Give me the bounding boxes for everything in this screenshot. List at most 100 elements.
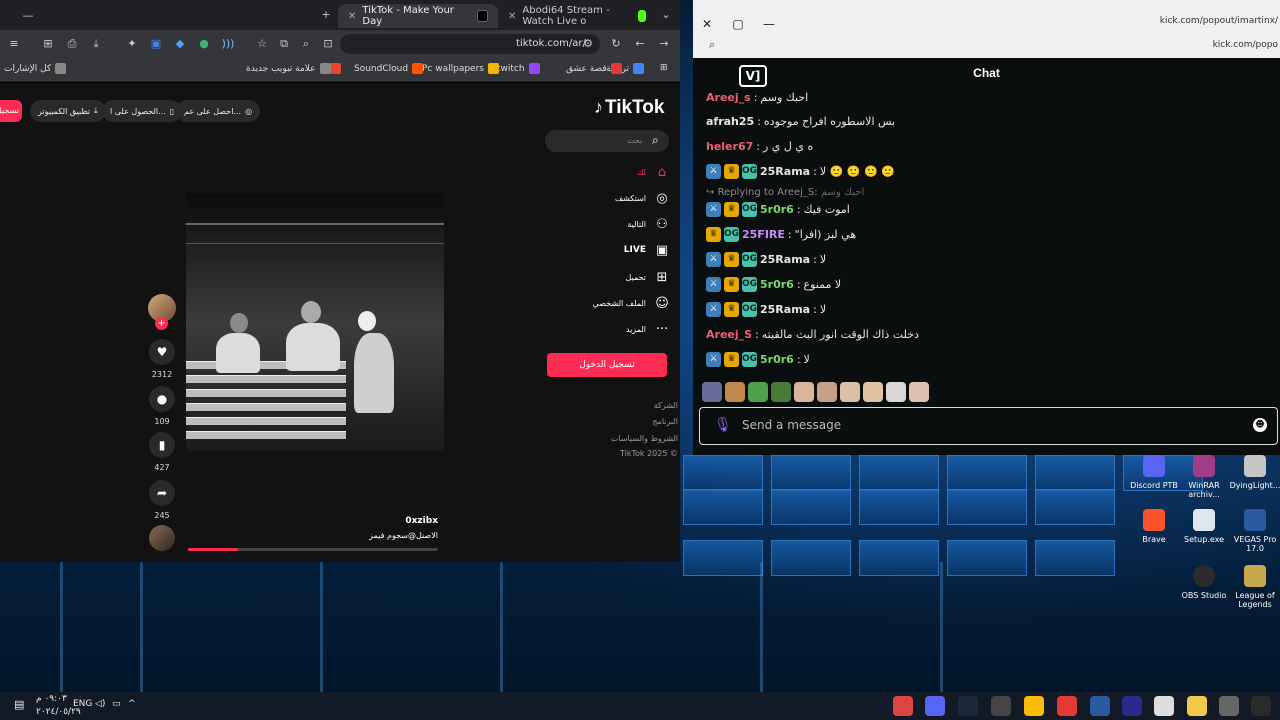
site-settings-icon[interactable]: ⚙ bbox=[580, 36, 596, 52]
chat-username[interactable]: 25Rama bbox=[760, 165, 810, 178]
taskbar-app-icon[interactable] bbox=[925, 696, 945, 716]
chat-username[interactable]: Areej_S bbox=[706, 328, 752, 341]
desktop-icon-winrar[interactable]: WinRAR archiv... bbox=[1176, 455, 1232, 499]
translate-icon[interactable]: ▣ bbox=[148, 36, 164, 52]
tab-tiktok[interactable]: ✕ TikTok - Make Your Day bbox=[338, 4, 498, 28]
emote-icon[interactable] bbox=[817, 382, 837, 402]
emote-icon[interactable] bbox=[794, 382, 814, 402]
tab-kick[interactable]: ✕ Abodi64 Stream - Watch Live o bbox=[498, 4, 656, 28]
chat-username[interactable]: 5r0r6 bbox=[760, 203, 794, 216]
desktop-icon-setup[interactable]: Setup.exe bbox=[1176, 509, 1232, 544]
bookmark-story[interactable]: قصة عشق bbox=[566, 63, 622, 74]
printer-icon[interactable]: ⎙ bbox=[64, 36, 80, 52]
close-icon[interactable]: ✕ bbox=[348, 11, 356, 22]
desktop-icon-discord-ptb[interactable]: Discord PTB bbox=[1126, 455, 1182, 490]
chat-message[interactable]: ⚔ ♛ OG 5r0r6: لا ممنوع bbox=[706, 275, 841, 293]
chat-username[interactable]: afrah25 bbox=[706, 115, 754, 128]
zoom-icon[interactable]: ⌕ bbox=[298, 36, 314, 52]
search-icon[interactable]: ⌕ bbox=[652, 133, 659, 148]
tray-expand-icon[interactable]: ^ bbox=[128, 699, 136, 709]
extensions-icon[interactable]: ✦ bbox=[124, 36, 140, 52]
desktop-icon-vegas[interactable]: VEGAS Pro 17.0 bbox=[1227, 509, 1280, 553]
chat-message[interactable]: ⚔ ♛ OG 25Rama: لا bbox=[706, 250, 826, 268]
zoom-icon[interactable]: ⌕ bbox=[709, 38, 715, 52]
back-icon[interactable]: ← bbox=[632, 36, 648, 52]
emoji-icon[interactable]: ☻ bbox=[1253, 418, 1267, 432]
reload-icon[interactable]: ↻ bbox=[608, 36, 624, 52]
sidebar-icon[interactable]: ≡ bbox=[6, 36, 22, 52]
footer-company[interactable]: الشركة bbox=[654, 401, 678, 410]
nav-explore[interactable]: استكشف ◎ bbox=[560, 188, 670, 208]
network-icon[interactable]: ▭ bbox=[112, 699, 121, 709]
chat-message[interactable]: ⚔ ♛ OG 5r0r6: لا bbox=[706, 350, 810, 368]
chat-username[interactable]: 25Rama bbox=[760, 303, 810, 316]
earn-pill[interactable]: احصل على عم... ◎ bbox=[176, 100, 261, 122]
video-author[interactable]: 0xzibx bbox=[350, 516, 438, 526]
chat-message[interactable]: heler67: ه ي ل ي ر bbox=[706, 137, 813, 155]
like-icon[interactable]: ♥ bbox=[149, 339, 175, 365]
login-button-small[interactable]: تسجيل bbox=[0, 100, 22, 122]
bookmark-all[interactable]: كل الإشارات bbox=[4, 63, 67, 74]
microphone-icon[interactable]: 🎙 bbox=[714, 417, 732, 433]
shield-icon[interactable]: ◆ bbox=[172, 36, 188, 52]
download-icon[interactable]: ⤓ bbox=[88, 36, 104, 52]
chat-username[interactable]: 5r0r6 bbox=[760, 278, 794, 291]
taskbar-app-icon[interactable] bbox=[1057, 696, 1077, 716]
login-button[interactable]: تسجيل الدخول bbox=[547, 353, 667, 377]
adblock-icon[interactable]: ● bbox=[196, 36, 212, 52]
taskbar-app-icon[interactable] bbox=[991, 696, 1011, 716]
chat-message[interactable]: ♛ OG 25FIRE: "هي لبز (افرا bbox=[706, 225, 856, 243]
chat-message[interactable]: ⚔ ♛ OG 5r0r6: اموت فيك bbox=[706, 200, 850, 218]
emote-icon[interactable] bbox=[771, 382, 791, 402]
chat-username[interactable]: Areej_s bbox=[706, 91, 751, 104]
get-app-pill[interactable]: الحصول على ا... ▯ bbox=[102, 100, 183, 122]
nav-upload[interactable]: تحميل ⊞ bbox=[560, 267, 670, 287]
taskbar-app-icon[interactable] bbox=[1187, 696, 1207, 716]
grid-icon[interactable]: ⊞ bbox=[40, 36, 56, 52]
footer-terms[interactable]: الشروط والسياسات bbox=[611, 434, 678, 443]
nav-following[interactable]: التالية ⚇ bbox=[560, 214, 670, 234]
notification-icon[interactable]: ▤ bbox=[14, 698, 24, 711]
taskbar-app-icon[interactable] bbox=[1122, 696, 1142, 716]
taskbar-app-icon[interactable] bbox=[1251, 696, 1271, 716]
emote-icon[interactable] bbox=[863, 382, 883, 402]
taskbar-app-icon[interactable] bbox=[958, 696, 978, 716]
forward-icon[interactable]: → bbox=[656, 36, 672, 52]
desktop-icon-obs[interactable]: OBS Studio bbox=[1176, 565, 1232, 600]
emote-icon[interactable] bbox=[725, 382, 745, 402]
volume-icon[interactable]: ◁) bbox=[95, 699, 105, 709]
taskbar-app-icon[interactable] bbox=[893, 696, 913, 716]
chat-message[interactable]: ⚔ ♛ OG 25Rama: لا bbox=[706, 300, 826, 318]
apps-grid-icon[interactable]: ⊞ bbox=[660, 63, 668, 73]
chat-message[interactable]: afrah25: بس الاسطوره افراح موجوده bbox=[706, 112, 895, 130]
desktop-icon-brave[interactable]: Brave bbox=[1126, 509, 1182, 544]
comment-icon[interactable]: ● bbox=[149, 386, 175, 412]
bookmark-wallpapers[interactable]: Pc wallpapers bbox=[422, 63, 499, 74]
bookmark-soundcloud[interactable]: SoundCloud bbox=[354, 63, 424, 74]
emote-icon[interactable] bbox=[748, 382, 768, 402]
chat-message[interactable]: ⚔ ♛ OG 25Rama: لا 🙂 🙂 🙂 🙂 bbox=[706, 162, 895, 180]
chat-username[interactable]: 5r0r6 bbox=[760, 353, 794, 366]
tab-search-icon[interactable]: ⌄ bbox=[658, 7, 674, 23]
chat-username[interactable]: 25FIRE bbox=[742, 228, 785, 241]
emote-icon[interactable] bbox=[702, 382, 722, 402]
new-tab-button[interactable]: + bbox=[318, 7, 334, 23]
emote-icon[interactable] bbox=[886, 382, 906, 402]
bookmark-new-tab[interactable]: علامة تبويب جديدة bbox=[246, 63, 331, 74]
language-indicator[interactable]: ENG bbox=[73, 699, 92, 709]
music-disc-icon[interactable] bbox=[149, 525, 175, 551]
bookmark-twitch[interactable]: twitch bbox=[497, 63, 540, 74]
nav-live[interactable]: LIVE ▣ bbox=[560, 240, 670, 260]
bookmark-icon[interactable]: ▮ bbox=[149, 432, 175, 458]
pc-app-pill[interactable]: تطبيق الكمبيوتر ⤓ bbox=[30, 100, 106, 122]
share-icon[interactable]: ⧉ bbox=[276, 36, 292, 52]
footer-program[interactable]: البرنامج bbox=[652, 417, 678, 426]
desktop-icon-dyinglight[interactable]: DyingLight... bbox=[1227, 455, 1280, 490]
close-icon[interactable]: ✕ bbox=[508, 11, 516, 22]
taskbar-app-icon[interactable] bbox=[1024, 696, 1044, 716]
chat-input[interactable]: 🎙 Send a message ☻ bbox=[699, 407, 1278, 445]
nav-for-you[interactable]: لك ⌂ bbox=[560, 162, 670, 182]
tiktok-logo[interactable]: ♪ TikTok bbox=[594, 97, 664, 119]
taskbar-app-icon[interactable] bbox=[1219, 696, 1239, 716]
chat-username[interactable]: heler67 bbox=[706, 140, 753, 153]
